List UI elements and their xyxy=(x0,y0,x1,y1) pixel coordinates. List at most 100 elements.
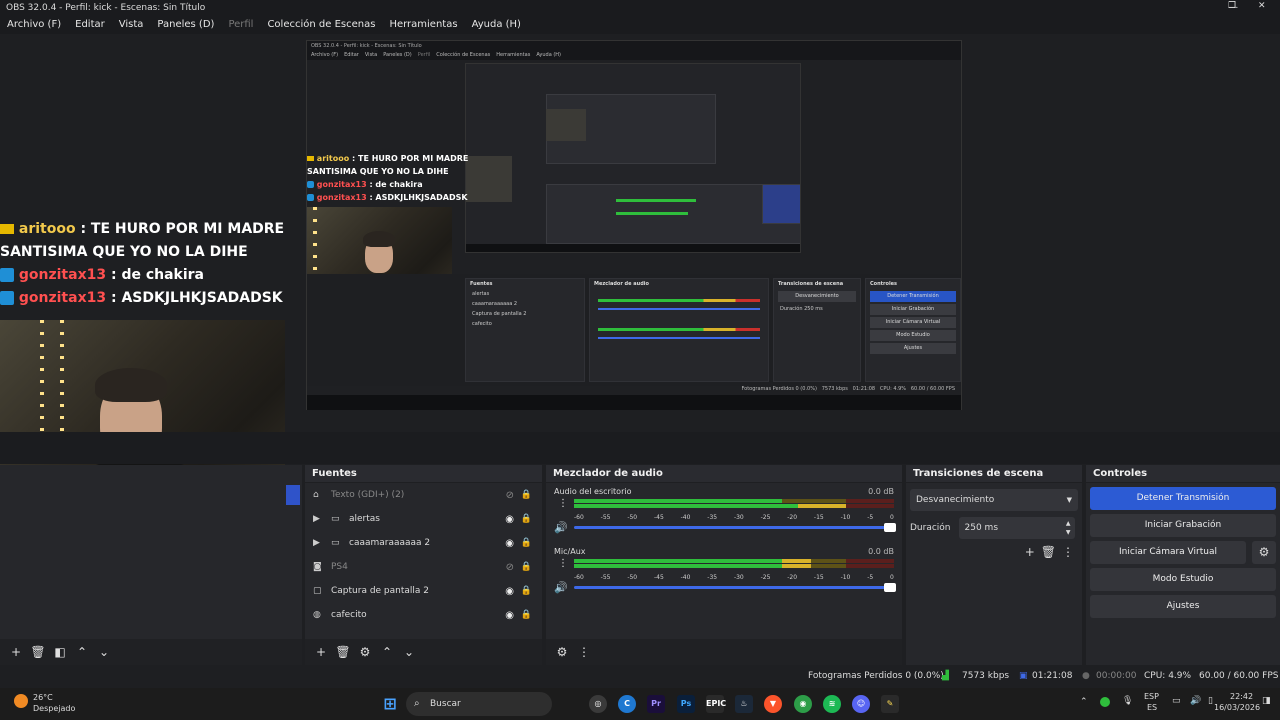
obs-icon[interactable]: ◎ xyxy=(589,695,607,713)
restore-button[interactable]: ❐ xyxy=(1228,1,1236,11)
windows-start-icon[interactable]: ⊞ xyxy=(381,695,399,713)
tray-app-icon[interactable] xyxy=(1100,697,1110,707)
down-icon[interactable]: ⌄ xyxy=(96,644,112,660)
lock-icon[interactable]: 🔒 xyxy=(521,562,532,572)
menu-coleccion-escenas[interactable]: Colección de Escenas xyxy=(260,19,382,30)
source-row[interactable]: ▶ ▭ alertas ◉ 🔒 xyxy=(305,507,542,531)
menu-vista[interactable]: Vista xyxy=(112,19,151,30)
menu-paneles[interactable]: Paneles (D) xyxy=(150,19,221,30)
menu-editar[interactable]: Editar xyxy=(68,19,112,30)
discord-icon[interactable]: ☺ xyxy=(852,695,870,713)
volume-slider[interactable] xyxy=(574,583,896,592)
eye-icon[interactable]: ◉ xyxy=(505,586,514,597)
transitions-title: Transiciones de escena xyxy=(906,465,1082,483)
battery-icon[interactable]: ▯ xyxy=(1208,696,1213,706)
sources-title: Fuentes xyxy=(305,465,542,483)
more-icon[interactable]: ⋮ xyxy=(558,498,568,509)
search-icon: ⌕ xyxy=(414,698,420,709)
mixer-title: Mezclador de audio xyxy=(546,465,902,483)
program-preview[interactable]: OBS 32.0.4 - Perfil: kick - Escenas: Sin… xyxy=(0,34,1280,530)
up-icon[interactable]: ⌃ xyxy=(379,644,395,660)
more-icon[interactable]: ⋮ xyxy=(576,644,592,660)
weather-desc: Despejado xyxy=(33,704,76,713)
trash-icon[interactable]: 🗑 xyxy=(1041,545,1056,559)
eye-icon[interactable]: ◉ xyxy=(505,538,514,549)
source-row[interactable]: ◍ cafecito ◉ 🔒 xyxy=(305,603,542,627)
steam-icon[interactable]: ♨ xyxy=(735,695,753,713)
menu-ayuda[interactable]: Ayuda (H) xyxy=(465,19,528,30)
eye-icon[interactable]: ◉ xyxy=(505,514,514,525)
source-row[interactable]: ⌂ Texto (GDI+) (2) ⊘ 🔒 xyxy=(305,483,542,507)
brave-icon[interactable]: ▼ xyxy=(764,695,782,713)
duration-input[interactable]: 250 ms ▲ ▼ xyxy=(958,517,1075,539)
mic-icon[interactable]: 🎙 xyxy=(1122,696,1133,706)
camera-icon: ◙ xyxy=(313,562,322,572)
lock-icon[interactable]: 🔒 xyxy=(521,490,532,500)
epic-games-icon[interactable]: EPIC xyxy=(706,695,726,713)
folder-icon: ▭ xyxy=(331,538,340,548)
lock-icon[interactable]: 🔒 xyxy=(521,538,532,548)
source-row[interactable]: ▢ Captura de pantalla 2 ◉ 🔒 xyxy=(305,579,542,603)
transition-select[interactable]: Desvanecimiento ▼ xyxy=(910,489,1078,511)
speaker-icon[interactable]: 🔊 xyxy=(554,581,568,594)
more-icon[interactable]: ⋮ xyxy=(1062,545,1074,559)
menu-herramientas[interactable]: Herramientas xyxy=(382,19,464,30)
folder-icon: ▭ xyxy=(331,514,340,524)
language-code[interactable]: ESP xyxy=(1144,692,1159,701)
controls-dock: Controles Detener Transmisión Iniciar Gr… xyxy=(1086,465,1280,665)
settings-button[interactable]: Ajustes xyxy=(1090,595,1276,618)
spotify-icon[interactable]: ≋ xyxy=(823,695,841,713)
gear-icon[interactable]: ⚙ xyxy=(1252,541,1276,564)
chat-overlay: aritooo : TE HURO POR MI MADRE SANTISIMA… xyxy=(0,218,284,310)
photoshop-icon[interactable]: Ps xyxy=(677,695,695,713)
premiere-icon[interactable]: Pr xyxy=(647,695,665,713)
controls-title: Controles xyxy=(1086,465,1280,483)
eye-icon[interactable]: ◉ xyxy=(505,610,514,621)
sources-dock: Fuentes ⌂ Texto (GDI+) (2) ⊘ 🔒 ▶ ▭ alert… xyxy=(305,465,542,665)
window-title: OBS 32.0.4 - Perfil: kick - Escenas: Sin… xyxy=(6,2,206,13)
notification-icon[interactable]: ◨ xyxy=(1262,696,1271,706)
lock-icon[interactable]: 🔒 xyxy=(521,586,532,596)
hidden-eye-icon[interactable]: ⊘ xyxy=(506,562,514,573)
trash-icon[interactable]: 🗑 xyxy=(335,644,351,660)
app-c-icon[interactable]: C xyxy=(618,695,636,713)
start-recording-button[interactable]: Iniciar Grabación xyxy=(1090,514,1276,537)
hidden-eye-icon[interactable]: ⊘ xyxy=(506,490,514,501)
up-icon[interactable]: ⌃ xyxy=(74,644,90,660)
source-row[interactable]: ▶ ▭ caaamaraaaaaa 2 ◉ 🔒 xyxy=(305,531,542,555)
app-pen-icon[interactable]: ✎ xyxy=(881,695,899,713)
add-icon[interactable]: + xyxy=(8,644,24,660)
close-button[interactable]: ✕ xyxy=(1258,1,1266,11)
lock-icon[interactable]: 🔒 xyxy=(521,514,532,524)
chevron-down-icon: ▼ xyxy=(1066,496,1072,504)
expand-icon[interactable]: ▶ xyxy=(313,538,325,548)
down-icon[interactable]: ⌄ xyxy=(401,644,417,660)
source-row[interactable]: ◙ PS4 ⊘ 🔒 xyxy=(305,555,542,579)
studio-mode-button[interactable]: Modo Estudio xyxy=(1090,568,1276,591)
trash-icon[interactable]: 🗑 xyxy=(30,644,46,660)
chrome-icon[interactable]: ◉ xyxy=(794,695,812,713)
menu-archivo[interactable]: Archivo (F) xyxy=(0,19,68,30)
tray-chevron-icon[interactable]: ⌃ xyxy=(1080,697,1088,707)
start-virtual-camera-button[interactable]: Iniciar Cámara Virtual xyxy=(1090,541,1246,564)
expand-icon[interactable]: ▶ xyxy=(313,514,325,524)
taskbar-search[interactable]: ⌕ Buscar xyxy=(406,692,552,716)
filter-icon[interactable]: ◧ xyxy=(52,644,68,660)
nested-docks: Fuentes alertas caaamaraaaaaa 2 Captura … xyxy=(307,274,961,386)
clock-time[interactable]: 22:42 xyxy=(1230,692,1253,701)
speaker-icon[interactable]: 🔊 xyxy=(554,521,568,534)
volume-icon[interactable]: 🔊 xyxy=(1190,696,1201,706)
add-icon[interactable]: + xyxy=(1025,545,1035,559)
network-icon[interactable]: ▭ xyxy=(1172,696,1181,706)
lock-icon[interactable]: 🔒 xyxy=(521,610,532,620)
more-icon[interactable]: ⋮ xyxy=(558,558,568,569)
spinner-icon[interactable]: ▲ ▼ xyxy=(1066,519,1071,537)
weather-icon[interactable] xyxy=(14,694,28,708)
selected-scene[interactable] xyxy=(286,485,300,505)
mixer-settings-icon[interactable]: ⚙ xyxy=(554,644,570,660)
volume-slider[interactable] xyxy=(574,523,896,532)
gear-icon[interactable]: ⚙ xyxy=(357,644,373,660)
add-icon[interactable]: + xyxy=(313,644,329,660)
stop-stream-button[interactable]: Detener Transmisión xyxy=(1090,487,1276,510)
record-icon: ● xyxy=(1082,671,1090,681)
